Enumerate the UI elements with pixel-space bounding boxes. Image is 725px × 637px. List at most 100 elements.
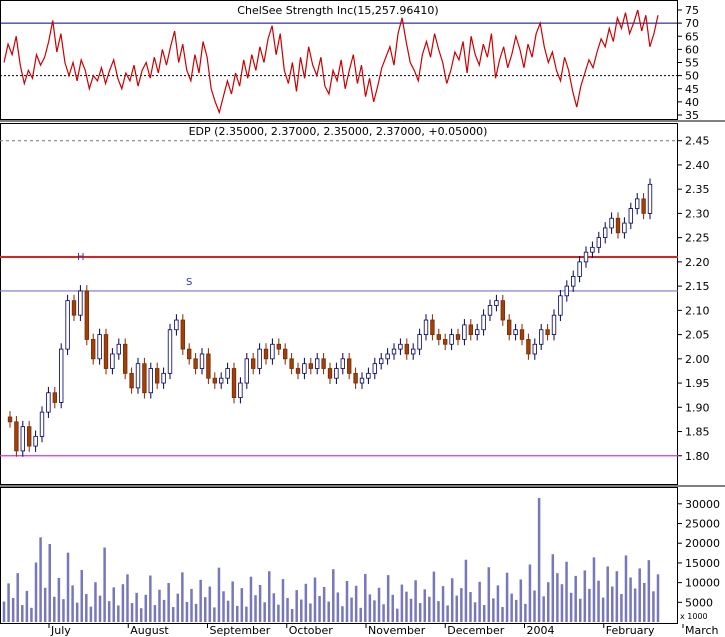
price-candle — [142, 357, 147, 399]
candle-body — [436, 334, 441, 340]
volume-bar — [94, 582, 97, 622]
candle-body — [340, 358, 345, 369]
volume-bar — [249, 576, 253, 622]
volume-bar — [66, 552, 70, 622]
volume-bar — [181, 572, 184, 622]
volume-bar — [373, 600, 376, 622]
volume-bar — [277, 604, 280, 622]
price-tick-label: 2.40 — [685, 159, 710, 172]
candle-body — [148, 368, 153, 394]
price-candle — [84, 285, 89, 346]
volume-bar — [569, 592, 573, 622]
volume-bar — [437, 601, 440, 622]
volume-bar — [620, 594, 623, 622]
volume-bar — [396, 608, 399, 622]
rsi-tick-label: 60 — [685, 43, 699, 56]
candle-body — [590, 246, 595, 253]
candle-body — [315, 358, 320, 369]
candle-body — [302, 363, 307, 374]
volume-bar — [597, 580, 600, 622]
volume-bar — [235, 605, 239, 622]
price-tick-label: 1.80 — [685, 450, 710, 463]
candle-body — [500, 300, 505, 321]
candle-body — [551, 314, 557, 335]
candle-body — [167, 329, 173, 374]
volume-bar — [167, 583, 170, 622]
volume-bar — [647, 560, 651, 622]
candle-body — [455, 334, 461, 340]
candle-body — [97, 334, 102, 360]
candle-body — [423, 319, 429, 335]
price-tick-label: 2.45 — [685, 135, 710, 148]
volume-bar — [126, 574, 129, 622]
volume-bar — [213, 607, 216, 622]
volume-bar — [53, 596, 56, 622]
volume-bar — [556, 573, 559, 622]
volume-bar — [112, 587, 116, 622]
candle-body — [110, 353, 115, 369]
candle-body — [628, 208, 633, 224]
candle-body — [206, 353, 211, 379]
candle-body — [238, 382, 243, 398]
volume-bar — [11, 597, 15, 622]
volume-bar — [139, 608, 143, 622]
candle-body — [225, 368, 230, 379]
candle-body — [212, 377, 217, 384]
volume-bar — [25, 590, 29, 622]
candle-body — [161, 372, 166, 384]
volume-bar — [579, 598, 582, 622]
candle-body — [193, 358, 198, 369]
volume-bar — [501, 607, 504, 622]
volume-bar — [414, 580, 417, 622]
volume-bar — [7, 583, 10, 622]
candle-body — [539, 329, 544, 345]
candle-body — [187, 348, 192, 360]
candle-body — [475, 329, 480, 335]
volume-bar — [245, 606, 248, 622]
candle-body — [7, 416, 13, 423]
candle-body — [577, 261, 582, 277]
price-candle — [231, 362, 237, 404]
candle-body — [27, 426, 32, 447]
volume-bar — [345, 581, 349, 622]
price-tick-label: 2.05 — [685, 329, 710, 342]
volume-bar — [528, 564, 532, 622]
candle-body — [334, 368, 339, 379]
volume-bar — [611, 586, 614, 622]
volume-bar — [332, 569, 335, 622]
candle-body — [327, 368, 333, 379]
volume-bar — [423, 589, 427, 622]
candle-body — [468, 324, 473, 335]
rsi-tick-label: 55 — [685, 57, 699, 70]
volume-bar — [286, 597, 289, 622]
volume-bar — [446, 605, 449, 622]
volume-bar — [656, 574, 660, 622]
volume-bar — [300, 599, 303, 622]
volume-bar — [551, 554, 555, 622]
volume-bar — [43, 587, 47, 622]
volume-bar — [98, 595, 102, 622]
candle-body — [391, 348, 397, 355]
candle-body — [545, 329, 550, 335]
candle-body — [52, 392, 57, 403]
volume-bar — [524, 603, 527, 622]
price-candle — [647, 178, 653, 220]
candle-body — [487, 305, 493, 316]
candle-body — [449, 334, 454, 345]
volume-bar — [71, 585, 74, 622]
candle-body — [615, 217, 621, 234]
candle-body — [20, 426, 25, 452]
candle-body — [257, 348, 262, 369]
x-tick-label: 2004 — [527, 624, 555, 637]
rsi-tick-label: 35 — [685, 109, 699, 122]
volume-bar — [203, 597, 207, 622]
price-tick-label: 1.95 — [685, 377, 710, 390]
volume-bar — [519, 579, 523, 622]
candle-body — [276, 343, 281, 350]
candle-body — [443, 339, 448, 345]
volume-bar — [295, 590, 298, 622]
volume-bar — [409, 598, 413, 622]
volume-bar — [39, 537, 42, 622]
candle-body — [366, 372, 371, 379]
price-title: EDP (2.35000, 2.37000, 2.35000, 2.37000,… — [189, 125, 488, 138]
